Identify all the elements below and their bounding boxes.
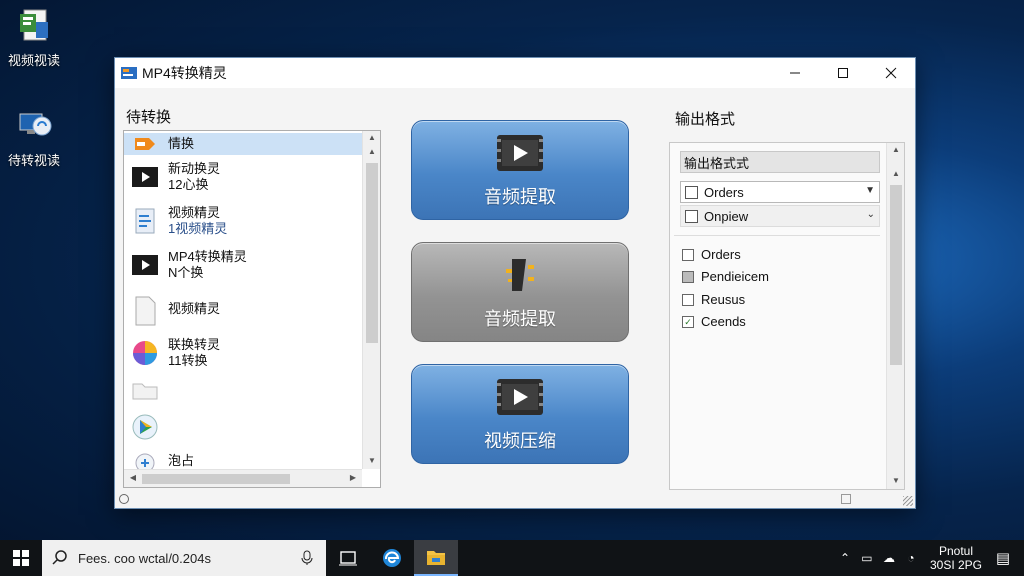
microphone-icon[interactable]	[300, 550, 314, 566]
taskbar-search[interactable]: Fees. coo wctal/0.204s	[42, 540, 326, 576]
output-format-label: 输出格式	[675, 111, 736, 128]
format-option[interactable]: Pendieicem	[682, 269, 769, 284]
scroll-thumb[interactable]	[366, 163, 378, 343]
blank-file-icon	[131, 296, 159, 326]
search-icon	[52, 550, 67, 565]
extract-audio-label: 音频提取	[484, 309, 556, 329]
checkbox[interactable]	[682, 293, 694, 306]
chevron-up-icon[interactable]: ⌃	[834, 551, 856, 565]
edge-button[interactable]	[370, 540, 414, 576]
pending-file-list[interactable]: 情换 新动换灵 12心换 视频精灵 1视频精灵 MP4转换精灵 N个换 视频精灵…	[123, 130, 381, 488]
extract-audio-button[interactable]: 音频提取	[411, 120, 629, 220]
app-logo-icon	[121, 66, 137, 80]
video-player-icon	[494, 131, 546, 175]
task-view-button[interactable]	[326, 540, 370, 576]
scroll-left-icon[interactable]: ◀	[124, 473, 142, 482]
maximize-icon	[838, 68, 848, 78]
desktop-icon-convert[interactable]: 待转视读	[2, 108, 66, 169]
window-client: 待转换 情换 新动换灵 12心换 视频精灵 1视频精灵 MP4转换精灵 N个换 …	[115, 88, 915, 508]
desktop-icon-label: 待转视读	[7, 153, 60, 168]
extract-audio-button-disabled[interactable]: 音频提取	[411, 242, 629, 342]
list-item[interactable]: MP4转换精灵 N个换	[124, 245, 362, 285]
system-tray: ⌃ ▭ ☁ ◔ Pnotul 30SI 2PG ▤	[834, 540, 1024, 576]
list-item[interactable]	[124, 409, 362, 445]
close-button[interactable]	[867, 58, 915, 88]
computer-app-icon	[16, 108, 52, 146]
color-wheel-icon	[131, 340, 159, 366]
minimize-button[interactable]	[771, 58, 819, 88]
compress-video-button[interactable]: 视频压缩	[411, 364, 629, 464]
list-item[interactable]	[124, 377, 362, 405]
folder-icon	[131, 382, 159, 400]
scroll-thumb[interactable]	[142, 474, 290, 484]
list-item[interactable]: 情换	[124, 133, 362, 155]
start-button[interactable]	[0, 540, 42, 576]
pending-label: 待转换	[126, 109, 172, 126]
format-combo-a[interactable]: Orders ▼	[680, 181, 880, 203]
edge-browser-icon	[383, 549, 401, 567]
desktop-icon-label: 视频视读	[7, 53, 60, 68]
checkbox-checked[interactable]: ✓	[682, 315, 694, 328]
close-icon	[885, 67, 897, 79]
extract-audio-label: 音频提取	[484, 187, 556, 207]
taskbar: Fees. coo wctal/0.204s ⌃ ▭ ☁ ◔ Pnotul 30…	[0, 540, 1024, 576]
scroll-up-icon[interactable]: ▲	[363, 147, 380, 156]
scroll-down-icon[interactable]: ▼	[887, 476, 905, 485]
settings-file-icon	[131, 451, 159, 473]
list-horizontal-scrollbar[interactable]: ◀ ▶	[124, 469, 362, 487]
list-item[interactable]: 联换转灵 11转换	[124, 333, 362, 373]
output-format-panel: 输出格式式 Orders ▼ Onpiew ⌄ Orders Pendieice…	[669, 142, 905, 490]
chevron-down-icon: ⌄	[866, 209, 875, 220]
resize-grip[interactable]	[903, 496, 913, 506]
list-vertical-scrollbar[interactable]: ▲ ▲ ▼	[362, 131, 380, 469]
chevron-down-icon: ▼	[865, 185, 875, 196]
format-combo-b[interactable]: Onpiew ⌄	[680, 205, 880, 227]
notification-icon[interactable]: ▤	[992, 549, 1014, 567]
windows-icon	[13, 550, 29, 566]
format-option[interactable]: ✓ Ceends	[682, 314, 746, 329]
scroll-right-icon[interactable]: ▶	[344, 473, 362, 482]
volume-icon[interactable]: ◔	[900, 551, 922, 565]
title-bar[interactable]: MP4转换精灵	[115, 58, 915, 88]
task-view-icon	[339, 551, 357, 566]
folder-icon	[427, 551, 445, 565]
format-option[interactable]: Reusus	[682, 292, 745, 307]
checkbox[interactable]	[685, 209, 698, 223]
video-file-icon	[131, 252, 159, 278]
document-file-icon	[131, 208, 159, 234]
list-item[interactable]: 视频精灵 1视频精灵	[124, 201, 362, 241]
video-file-icon	[131, 164, 159, 190]
scroll-down-icon[interactable]: ▼	[363, 456, 380, 465]
list-item[interactable]: 新动换灵 12心换	[124, 157, 362, 197]
resize-icon	[841, 494, 851, 504]
format-selector[interactable]: 输出格式式	[680, 151, 880, 173]
cloud-icon[interactable]: ☁	[878, 551, 900, 565]
scroll-up-icon[interactable]: ▲	[363, 133, 380, 142]
play-store-icon	[131, 414, 159, 440]
scroll-up-icon[interactable]: ▲	[887, 169, 905, 178]
checkbox[interactable]	[685, 185, 698, 199]
file-explorer-button[interactable]	[414, 540, 458, 576]
clock[interactable]: Pnotul 30SI 2PG	[930, 544, 982, 572]
checkbox[interactable]	[682, 248, 694, 261]
app-window: MP4转换精灵 待转换 情换 新动换灵 12心换 视频精灵 1视频精灵 MP4转…	[114, 57, 916, 509]
scroll-thumb[interactable]	[890, 185, 902, 365]
format-option[interactable]: Orders	[682, 247, 741, 262]
checkbox[interactable]	[682, 270, 694, 283]
video-player-icon	[494, 375, 546, 419]
scroll-up-icon[interactable]: ▲	[887, 145, 905, 154]
document-app-icon	[16, 8, 52, 46]
desktop-icon-video[interactable]: 视频视读	[2, 8, 66, 69]
network-icon[interactable]: ▭	[856, 551, 878, 565]
search-text: Fees. coo wctal/0.204s	[78, 550, 211, 566]
minimize-icon	[790, 72, 800, 74]
maximize-button[interactable]	[819, 58, 867, 88]
arrow-file-icon	[131, 135, 159, 153]
audio-extract-icon	[494, 253, 546, 297]
compress-video-label: 视频压缩	[484, 431, 556, 451]
status-icon	[119, 494, 129, 504]
list-item[interactable]: 视频精灵	[124, 289, 362, 329]
window-title: MP4转换精灵	[142, 65, 227, 81]
options-vertical-scrollbar[interactable]: ▲ ▲ ▼	[886, 143, 904, 489]
